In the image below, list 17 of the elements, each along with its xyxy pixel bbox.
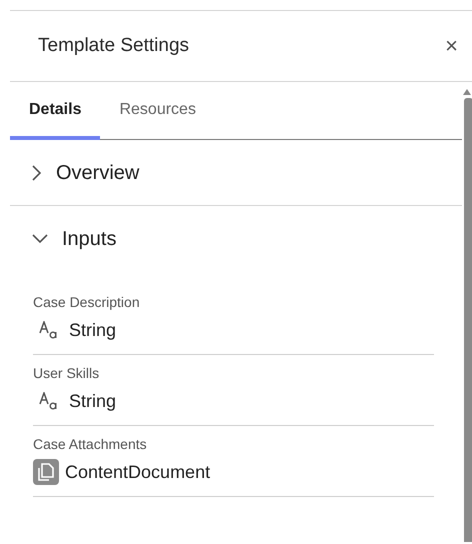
document-icon bbox=[33, 459, 59, 485]
input-label: User Skills bbox=[33, 364, 100, 383]
input-label: Case Description bbox=[33, 293, 141, 312]
input-label: Case Attachments bbox=[33, 435, 148, 454]
section-header[interactable]: Inputs bbox=[62, 224, 116, 254]
scrollbar[interactable] bbox=[462, 88, 472, 542]
chevron-right-icon[interactable] bbox=[32, 164, 42, 180]
input-type: String bbox=[69, 390, 116, 413]
tab[interactable]: Resources bbox=[100, 98, 215, 140]
scroll-up-icon[interactable] bbox=[462, 88, 472, 96]
chevron-down-icon[interactable] bbox=[32, 234, 48, 244]
input-type: ContentDocument bbox=[65, 460, 210, 484]
panel-title: Template Settings bbox=[38, 34, 190, 58]
input-type: String bbox=[69, 318, 116, 342]
tab[interactable]: Details bbox=[10, 98, 100, 140]
close-button[interactable]: × bbox=[445, 35, 458, 57]
section-header[interactable]: Overview bbox=[56, 158, 140, 188]
